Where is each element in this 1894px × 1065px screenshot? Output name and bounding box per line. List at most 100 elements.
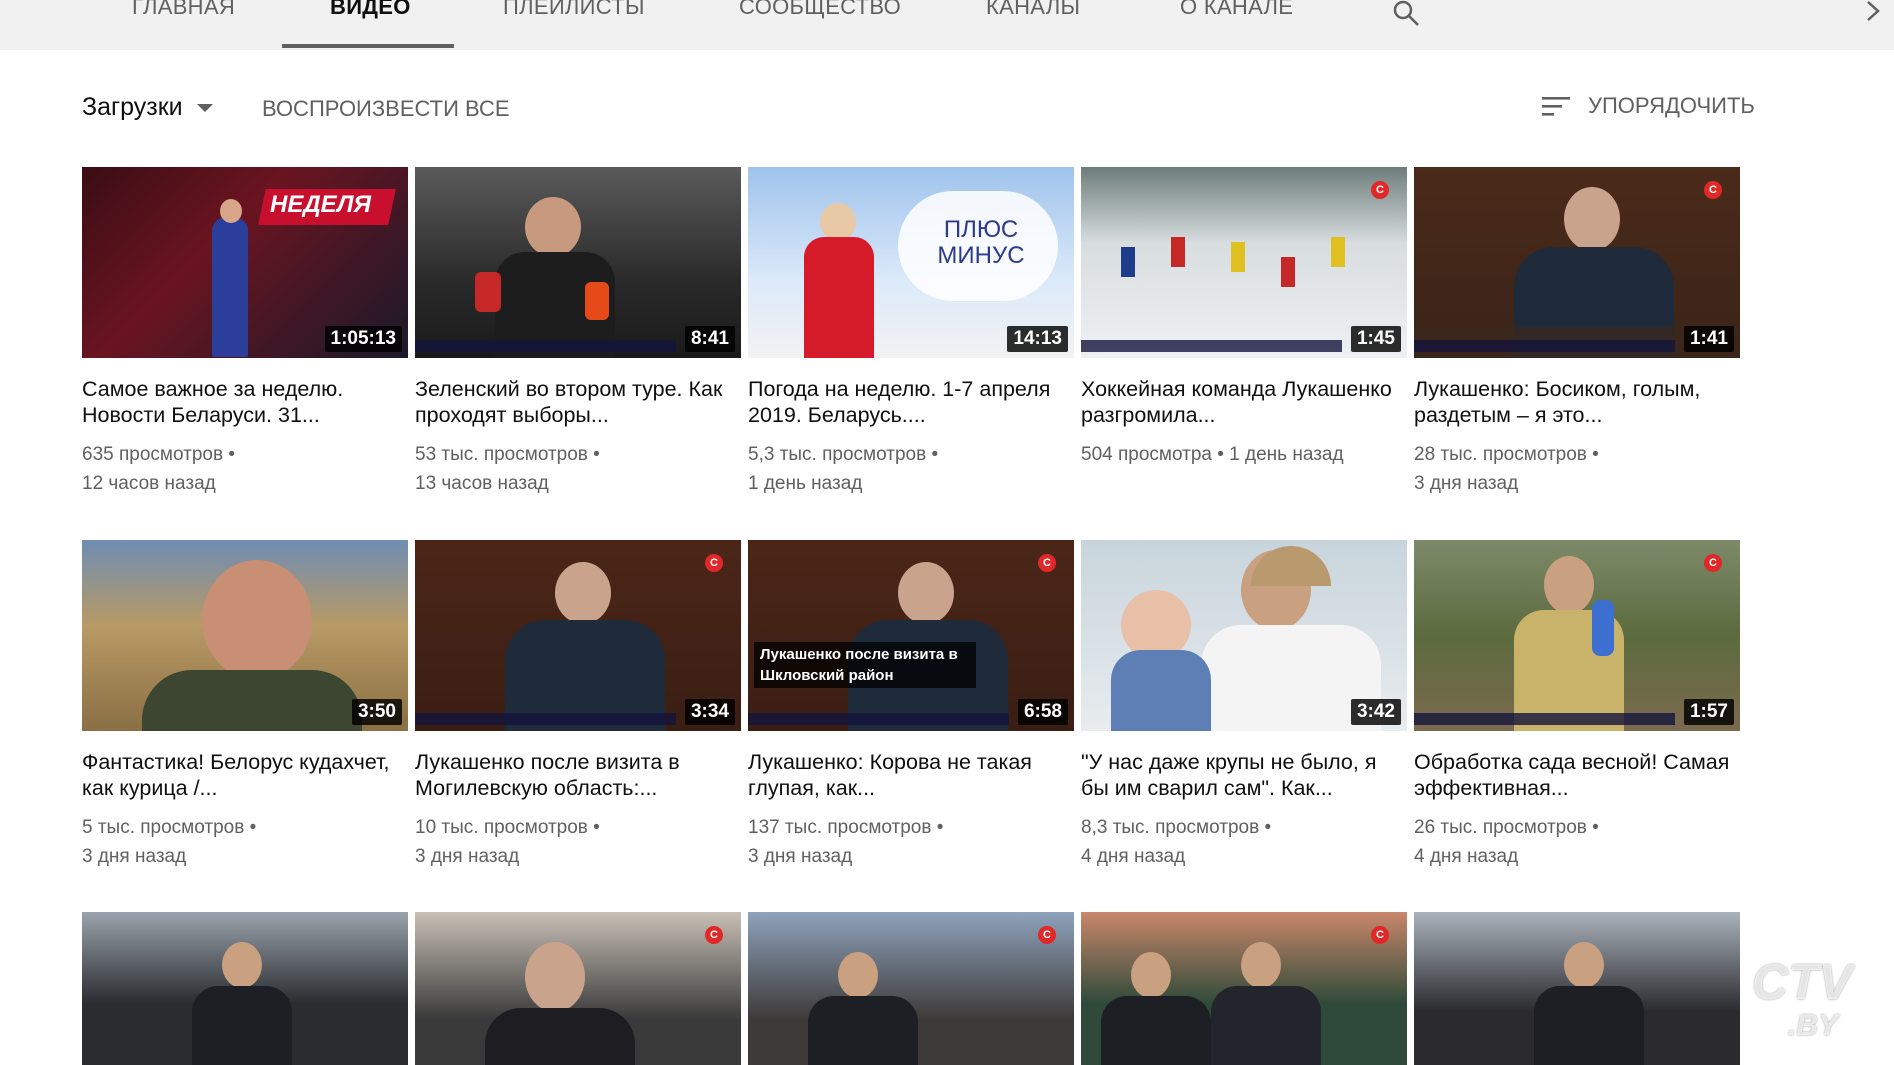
- video-duration: 3:34: [684, 699, 735, 725]
- video-duration: 6:58: [1017, 699, 1068, 725]
- channel-logo-icon: С: [1038, 926, 1056, 944]
- video-card[interactable]: С 1:45 Хоккейная команда Лукашенко разгр…: [1081, 167, 1407, 469]
- video-thumbnail[interactable]: 3:42: [1081, 540, 1407, 731]
- video-title[interactable]: Погода на неделю. 1-7 апреля 2019. Белар…: [748, 376, 1074, 428]
- view-count: 5 тыс. просмотров: [82, 817, 245, 838]
- video-meta: 8,3 тыс. просмотров • 4 дня назад: [1081, 817, 1272, 867]
- sort-icon[interactable]: [1541, 95, 1571, 119]
- video-title[interactable]: Самое важное за неделю. Новости Беларуси…: [82, 376, 408, 428]
- video-title[interactable]: Лукашенко: Босиком, голым, раздетым – я …: [1414, 376, 1740, 428]
- person-head: [222, 942, 262, 988]
- tab-channels[interactable]: Каналы: [986, 0, 1080, 46]
- video-title[interactable]: Зеленский во втором туре. Как проходят в…: [415, 376, 741, 428]
- video-thumbnail[interactable]: [82, 912, 408, 1065]
- baby-body: [1111, 650, 1211, 731]
- upload-age: 1 день назад: [1229, 444, 1344, 465]
- video-card[interactable]: НЕДЕЛЯ 1:05:13 Самое важное за неделю. Н…: [82, 167, 408, 498]
- hockey-player: [1121, 247, 1135, 277]
- video-meta: 53 тыс. просмотров • 13 часов назад: [415, 444, 600, 494]
- video-meta: 26 тыс. просмотров • 4 дня назад: [1414, 817, 1599, 867]
- channel-logo-icon: С: [1371, 926, 1389, 944]
- upload-age: 3 дня назад: [82, 846, 187, 867]
- video-meta: 28 тыс. просмотров • 3 дня назад: [1414, 444, 1599, 494]
- upload-age: 4 дня назад: [1081, 846, 1186, 867]
- thumbnail-caption: ПЛЮС МИНУС: [937, 216, 1025, 269]
- view-count: 137 тыс. просмотров: [748, 817, 932, 838]
- view-count: 635 просмотров: [82, 444, 224, 465]
- video-thumbnail[interactable]: С 1:45: [1081, 167, 1407, 358]
- tab-about[interactable]: О канале: [1180, 0, 1293, 46]
- thumbnail-caption: НЕДЕЛЯ: [270, 191, 371, 218]
- channel-logo-icon: С: [1704, 554, 1722, 572]
- person-body: [808, 996, 918, 1065]
- channel-logo-icon: С: [1371, 181, 1389, 199]
- video-thumbnail[interactable]: С: [415, 912, 741, 1065]
- video-thumbnail[interactable]: С: [1081, 912, 1407, 1065]
- video-thumbnail[interactable]: С 3:34: [415, 540, 741, 731]
- video-thumbnail[interactable]: С 1:41: [1414, 167, 1740, 358]
- play-all-button[interactable]: ВОСПРОИЗВЕСТИ ВСЕ: [262, 96, 510, 122]
- view-count: 53 тыс. просмотров: [415, 444, 588, 465]
- upload-age: 3 дня назад: [1414, 473, 1519, 494]
- video-title[interactable]: Лукашенко после визита в Могилевскую обл…: [415, 749, 741, 801]
- video-thumbnail[interactable]: ПЛЮС МИНУС 14:13: [748, 167, 1074, 358]
- video-duration: 3:50: [351, 699, 402, 725]
- upload-age: 4 дня назад: [1414, 846, 1519, 867]
- person-head: [1131, 952, 1171, 998]
- lower-third-ticker: [748, 713, 1009, 725]
- video-thumbnail[interactable]: [1414, 912, 1740, 1065]
- video-title[interactable]: Хоккейная команда Лукашенко разгромила..…: [1081, 376, 1407, 428]
- video-title[interactable]: Обработка сада весной! Самая эффективная…: [1414, 749, 1740, 801]
- channel-logo-icon: С: [705, 926, 723, 944]
- video-card[interactable]: С 1:41 Лукашенко: Босиком, голым, раздет…: [1414, 167, 1740, 498]
- video-title[interactable]: Лукашенко: Корова не такая глупая, как..…: [748, 749, 1074, 801]
- lower-third-ticker: [415, 340, 676, 352]
- caret-down-icon[interactable]: [197, 104, 213, 112]
- presenter-figure: [212, 217, 248, 357]
- video-thumbnail[interactable]: С Лукашенко после визита в Шкловский рай…: [748, 540, 1074, 731]
- video-thumbnail[interactable]: 8:41: [415, 167, 741, 358]
- chevron-right-icon[interactable]: [1862, 0, 1884, 28]
- video-card[interactable]: 8:41 Зеленский во втором туре. Как прохо…: [415, 167, 741, 498]
- video-title[interactable]: Фантастика! Белорус кудахчет, как курица…: [82, 749, 408, 801]
- video-title[interactable]: "У нас даже крупы не было, я бы им свари…: [1081, 749, 1407, 801]
- video-card[interactable]: [82, 912, 408, 1065]
- video-card[interactable]: С 1:57 Обработка сада весной! Самая эффе…: [1414, 540, 1740, 871]
- sort-button[interactable]: УПОРЯДОЧИТЬ: [1588, 93, 1755, 119]
- tab-playlists[interactable]: Плейлисты: [503, 0, 645, 46]
- person-head: [1564, 187, 1620, 251]
- video-thumbnail[interactable]: 3:50: [82, 540, 408, 731]
- tab-home[interactable]: Главная: [132, 0, 235, 46]
- video-card[interactable]: С 3:34 Лукашенко после визита в Могилевс…: [415, 540, 741, 871]
- video-card[interactable]: С: [1081, 912, 1407, 1065]
- person-body: [1534, 986, 1644, 1065]
- video-card[interactable]: С: [748, 912, 1074, 1065]
- person-head: [898, 562, 954, 624]
- tab-community[interactable]: Сообщество: [739, 0, 901, 46]
- lower-third-ticker: [1414, 713, 1675, 725]
- video-thumbnail[interactable]: С 1:57: [1414, 540, 1740, 731]
- video-card[interactable]: [1414, 912, 1740, 1065]
- video-thumbnail[interactable]: НЕДЕЛЯ 1:05:13: [82, 167, 408, 358]
- microphone: [585, 282, 609, 320]
- uploads-dropdown[interactable]: Загрузки: [82, 93, 183, 122]
- video-meta: 504 просмотра • 1 день назад: [1081, 444, 1344, 465]
- microphone: [475, 272, 501, 312]
- person-head: [1241, 942, 1281, 988]
- search-icon[interactable]: [1391, 0, 1421, 28]
- video-card[interactable]: 3:42 "У нас даже крупы не было, я бы им …: [1081, 540, 1407, 871]
- video-thumbnail[interactable]: С: [748, 912, 1074, 1065]
- lower-third-ticker: [415, 713, 676, 725]
- upload-age: 12 часов назад: [82, 473, 216, 494]
- tab-videos[interactable]: Видео: [330, 0, 411, 46]
- video-duration: 14:13: [1007, 326, 1068, 352]
- hockey-player: [1231, 242, 1245, 272]
- video-card[interactable]: ПЛЮС МИНУС 14:13 Погода на неделю. 1-7 а…: [748, 167, 1074, 498]
- video-card[interactable]: С: [415, 912, 741, 1065]
- video-duration: 1:41: [1683, 326, 1734, 352]
- video-card[interactable]: С Лукашенко после визита в Шкловский рай…: [748, 540, 1074, 871]
- person-head: [525, 942, 585, 1012]
- presenter-figure: [804, 237, 874, 358]
- video-card[interactable]: 3:50 Фантастика! Белорус кудахчет, как к…: [82, 540, 408, 871]
- video-meta: 635 просмотров • 12 часов назад: [82, 444, 235, 494]
